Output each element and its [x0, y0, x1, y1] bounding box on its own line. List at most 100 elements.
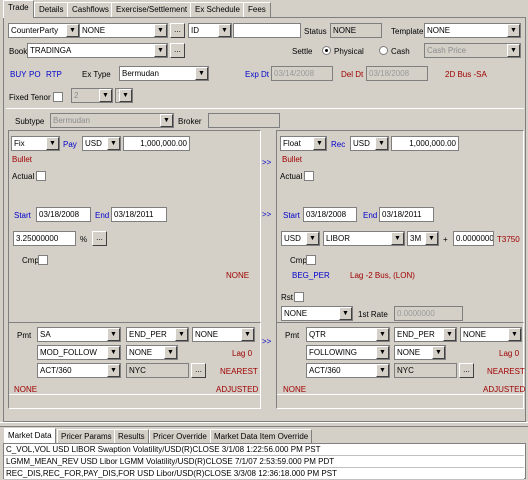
market-data-row[interactable]: REC_DIS,REC_FOR,PAY_DIS,FOR USD Libor/US… — [4, 468, 524, 480]
id-type-select[interactable]: ID ▼ — [188, 23, 232, 38]
chevron-down-icon: ▼ — [164, 346, 177, 359]
right-cmp-checkbox[interactable] — [306, 255, 316, 265]
left-rate-field[interactable]: 3.25000000 — [13, 231, 76, 246]
left-actual-label: Actual — [12, 172, 35, 181]
right-roll-select[interactable]: FOLLOWING ▼ — [306, 345, 390, 360]
market-data-row[interactable]: C_VOL,VOL USD LIBOR Swaption Volatility/… — [4, 444, 524, 456]
right-rst-checkbox[interactable] — [294, 292, 304, 302]
chevron-down-icon: ▼ — [218, 24, 231, 37]
book-browse-button[interactable]: ... — [170, 43, 185, 58]
left-actual-checkbox[interactable] — [36, 171, 46, 181]
tab-pricer-override[interactable]: Pricer Override — [149, 429, 211, 443]
market-data-row[interactable]: LGMM_MEAN_REV USD Libor LGMM Volatility/… — [4, 456, 524, 468]
tab-fees[interactable]: Fees — [243, 2, 271, 17]
right-index-ccy-select[interactable]: USD ▼ — [281, 231, 320, 246]
physical-radio[interactable] — [322, 46, 331, 55]
left-currency-select[interactable]: USD ▼ — [82, 136, 121, 151]
right-actual-checkbox[interactable] — [304, 171, 314, 181]
right-index-select[interactable]: LIBOR ▼ — [323, 231, 405, 246]
left-direction-label[interactable]: Pay — [63, 140, 77, 149]
tenor-number-select[interactable]: 2 ▼ — [71, 88, 113, 103]
fixed-tenor-checkbox[interactable] — [53, 92, 63, 102]
ex-type-select[interactable]: Bermudan ▼ — [119, 66, 209, 81]
buy-link[interactable]: BUY — [10, 70, 26, 79]
left-end-label[interactable]: End — [95, 211, 109, 220]
rtp-link[interactable]: RTP — [46, 70, 62, 79]
right-notional-field[interactable]: 1,000,000.00 — [391, 136, 459, 151]
left-calendar-browse-button[interactable]: ... — [191, 363, 206, 378]
exp-dt-label[interactable]: Exp Dt — [245, 70, 269, 79]
left-pmt-end-select[interactable]: END_PER ▼ — [126, 327, 189, 342]
copy-pmt-arrow[interactable]: >> — [262, 337, 271, 346]
right-pmt-freq-select[interactable]: QTR ▼ — [306, 327, 390, 342]
counterparty-type-select[interactable]: CounterParty ▼ — [8, 23, 80, 38]
left-roll-none-select[interactable]: NONE ▼ — [126, 345, 178, 360]
right-direction-label[interactable]: Rec — [331, 140, 345, 149]
left-start-field[interactable]: 03/18/2008 — [36, 207, 91, 222]
left-roll-select[interactable]: MOD_FOLLOW ▼ — [37, 345, 121, 360]
right-pmt-end-select[interactable]: END_PER ▼ — [394, 327, 457, 342]
left-end-field[interactable]: 03/18/2011 — [111, 207, 167, 222]
right-spread-field[interactable]: 0.0000000 — [453, 231, 494, 246]
right-tenor-value: 3M — [410, 234, 422, 243]
right-t-label: T3750 — [497, 235, 520, 244]
right-calendar-browse-button[interactable]: ... — [459, 363, 474, 378]
chevron-down-icon: ▼ — [376, 328, 389, 341]
tab-cashflows[interactable]: Cashflows — [67, 2, 114, 17]
right-end-label[interactable]: End — [363, 211, 377, 220]
cash-radio[interactable] — [379, 46, 388, 55]
tab-market-data[interactable]: Market Data — [4, 428, 56, 443]
counterparty-select[interactable]: NONE ▼ — [79, 23, 168, 38]
left-rate-browse-button[interactable]: ... — [92, 231, 107, 246]
tab-details[interactable]: Details — [34, 2, 69, 17]
copy-dates-arrow[interactable]: >> — [262, 210, 271, 219]
right-pmt-none-value: NONE — [463, 330, 487, 339]
right-pmt-none-select[interactable]: NONE ▼ — [460, 327, 522, 342]
right-rst-select[interactable]: NONE ▼ — [281, 306, 353, 321]
right-end-field[interactable]: 03/18/2011 — [379, 207, 434, 222]
del-dt-field[interactable]: 03/18/2008 — [366, 66, 428, 81]
right-leg-type-select[interactable]: Float ▼ — [280, 136, 327, 151]
right-roll-none-select[interactable]: NONE ▼ — [394, 345, 446, 360]
exp-dt-field[interactable]: 03/14/2008 — [271, 66, 333, 81]
right-start-label[interactable]: Start — [283, 211, 300, 220]
tab-ex-schedule[interactable]: Ex Schedule — [190, 2, 245, 17]
chevron-down-icon: ▼ — [313, 137, 326, 150]
cash-price-select[interactable]: Cash Price ▼ — [424, 43, 521, 58]
right-roll-value: FOLLOWING — [309, 348, 358, 357]
left-cmp-checkbox[interactable] — [38, 255, 48, 265]
tab-results[interactable]: Results — [114, 429, 149, 443]
subtype-select[interactable]: Bermudan ▼ — [50, 113, 174, 128]
book-select[interactable]: TRADINGA ▼ — [27, 43, 168, 58]
splitter[interactable] — [0, 422, 528, 427]
right-currency-select[interactable]: USD ▼ — [350, 136, 389, 151]
right-calendar-field[interactable]: NYC — [394, 363, 457, 378]
left-leg-type-select[interactable]: Fix ▼ — [11, 136, 60, 151]
right-first-rate-field[interactable]: 0.0000000 — [394, 306, 463, 321]
tab-exercise-settlement[interactable]: Exercise/Settlement — [111, 2, 193, 17]
right-beg-per-label[interactable]: BEG_PER — [292, 271, 330, 280]
right-daycount-select[interactable]: ACT/360 ▼ — [306, 363, 390, 378]
counterparty-value: NONE — [82, 26, 106, 35]
book-label: Book — [9, 47, 28, 56]
chevron-down-icon: ▼ — [508, 328, 521, 341]
left-pmt-freq-select[interactable]: SA ▼ — [37, 327, 121, 342]
po-link[interactable]: PO — [29, 70, 41, 79]
left-daycount-select[interactable]: ACT/360 ▼ — [37, 363, 121, 378]
left-calendar-field[interactable]: NYC — [126, 363, 189, 378]
right-tenor-select[interactable]: 3M ▼ — [407, 231, 439, 246]
left-pmt-none-select[interactable]: NONE ▼ — [192, 327, 255, 342]
broker-field[interactable] — [208, 113, 280, 128]
left-notional-field[interactable]: 1,000,000.00 — [123, 136, 190, 151]
tab-pricer-params[interactable]: Pricer Params — [57, 429, 116, 443]
template-select[interactable]: NONE ▼ — [424, 23, 521, 38]
right-currency-value: USD — [353, 139, 370, 148]
id-field[interactable] — [233, 23, 301, 38]
copy-notional-arrow[interactable]: >> — [262, 158, 271, 167]
counterparty-browse-button[interactable]: ... — [170, 23, 185, 38]
right-start-field[interactable]: 03/18/2008 — [303, 207, 357, 222]
tenor-unit-select-2[interactable]: Y ▼ — [115, 88, 133, 103]
left-start-label[interactable]: Start — [14, 211, 31, 220]
tab-market-data-item-override[interactable]: Market Data Item Override — [210, 429, 313, 443]
tab-trade[interactable]: Trade — [3, 0, 34, 18]
